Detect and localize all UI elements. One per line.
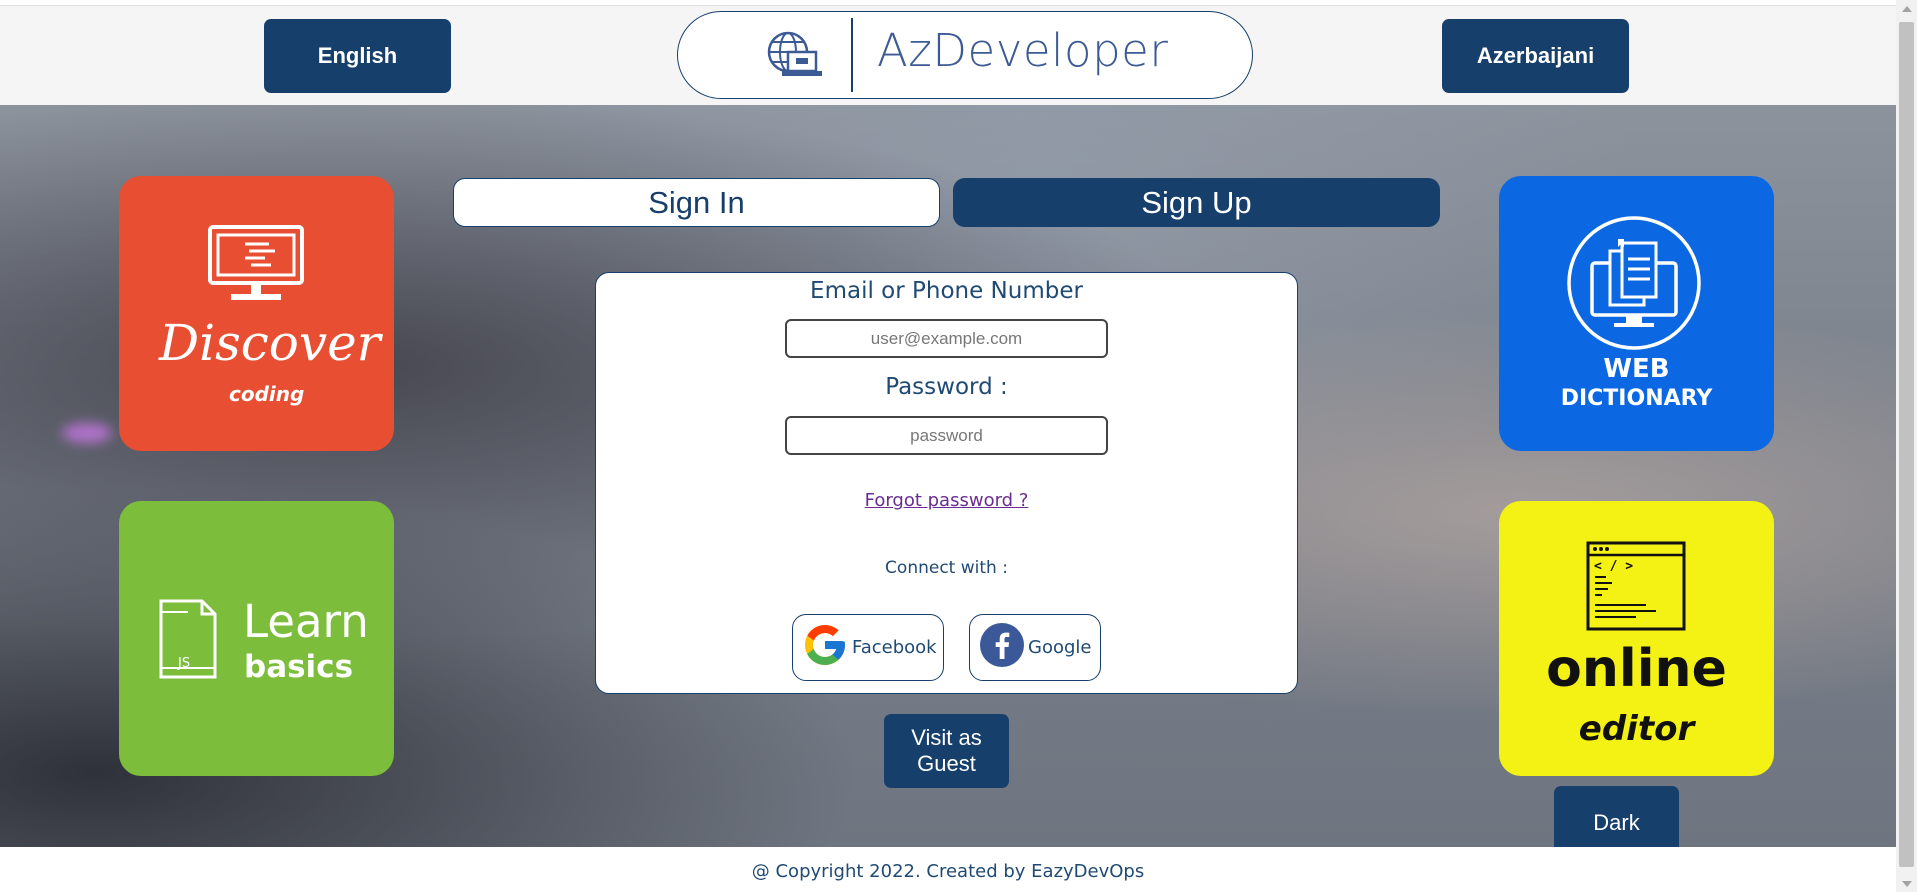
- google-label: Google: [1028, 637, 1092, 658]
- dictionary-title-line2: DICTIONARY: [1560, 386, 1713, 411]
- discover-title: Discover: [159, 314, 381, 372]
- code-window-label: < / >: [1594, 559, 1634, 574]
- web-dictionary-tile[interactable]: WEB DICTIONARY: [1499, 176, 1774, 451]
- email-label: Email or Phone Number: [810, 278, 1083, 304]
- tab-sign-up[interactable]: Sign Up: [953, 178, 1440, 227]
- google-login-button[interactable]: Google: [969, 614, 1101, 681]
- vertical-scrollbar[interactable]: [1896, 0, 1917, 892]
- editor-title: online: [1546, 639, 1727, 699]
- email-field[interactable]: [785, 319, 1108, 358]
- forgot-password-link[interactable]: Forgot password ?: [596, 490, 1297, 511]
- learn-subtitle: basics: [244, 649, 354, 685]
- sign-in-form: Email or Phone Number Password : Forgot …: [595, 272, 1298, 694]
- discover-subtitle: coding: [229, 382, 305, 406]
- footer: @ Copyright 2022. Created by EazyDevOps: [0, 847, 1896, 892]
- learn-basics-tile[interactable]: JS Learn basics: [119, 501, 394, 776]
- editor-subtitle: editor: [1578, 709, 1695, 749]
- scrollbar-thumb[interactable]: [1899, 22, 1914, 867]
- tab-sign-in[interactable]: Sign In: [453, 178, 940, 227]
- monitor-icon: [207, 224, 305, 309]
- facebook-login-button[interactable]: Facebook: [792, 614, 944, 681]
- logo-text: AzDeveloper: [877, 24, 1169, 77]
- online-editor-tile[interactable]: < / > online editor: [1499, 501, 1774, 776]
- code-window-icon: [1586, 541, 1686, 636]
- globe-laptop-icon: [766, 30, 824, 87]
- discover-coding-tile[interactable]: Discover coding: [119, 176, 394, 451]
- learn-title: Learn: [243, 595, 369, 648]
- scroll-up-icon[interactable]: [1896, 0, 1917, 17]
- book-monitor-icon: [1566, 215, 1702, 356]
- logo-divider: [851, 18, 853, 92]
- facebook-icon: [979, 622, 1025, 673]
- scroll-down-icon[interactable]: [1896, 875, 1917, 892]
- js-file-label: JS: [178, 656, 191, 671]
- password-label: Password :: [885, 374, 1008, 400]
- google-icon: [801, 621, 849, 674]
- logo[interactable]: AzDeveloper: [677, 11, 1253, 99]
- english-button[interactable]: English: [264, 19, 451, 93]
- js-file-icon: [158, 598, 218, 685]
- visit-as-guest-button[interactable]: Visit as Guest: [884, 714, 1009, 788]
- background-glow: [62, 423, 112, 443]
- password-field[interactable]: [785, 416, 1108, 455]
- connect-with-label: Connect with :: [885, 558, 1008, 578]
- azerbaijani-button[interactable]: Azerbaijani: [1442, 19, 1629, 93]
- header: English AzDeveloper Azerbaijani: [0, 5, 1896, 106]
- copyright-text: @ Copyright 2022. Created by EazyDevOps: [751, 861, 1145, 882]
- facebook-label: Facebook: [852, 637, 937, 658]
- dictionary-title-line1: WEB: [1603, 354, 1670, 384]
